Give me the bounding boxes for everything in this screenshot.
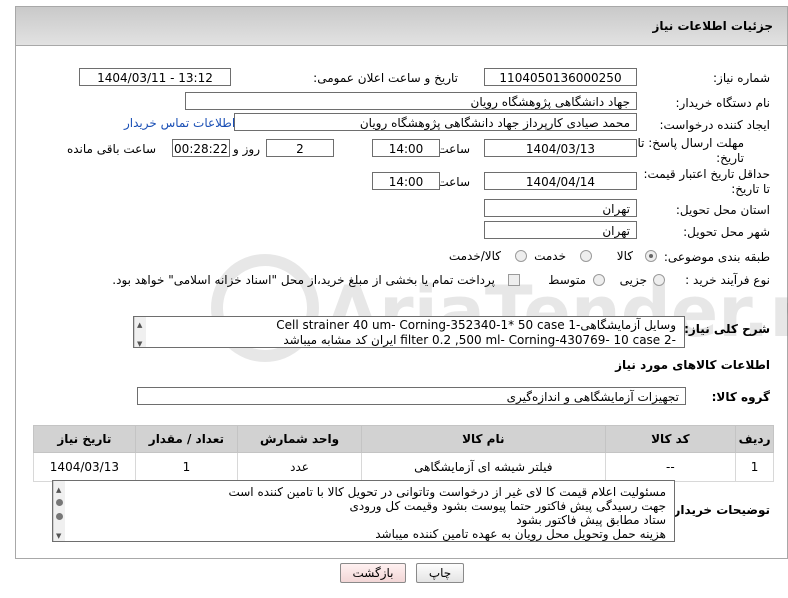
goods-group-label: گروه کالا: (711, 390, 770, 404)
remaining-time-label: ساعت باقی مانده (66, 142, 156, 156)
deadline-label-line2: تاریخ: (716, 151, 744, 165)
process-radio-minor[interactable] (653, 274, 665, 286)
scroll-down-icon[interactable]: ▼ (137, 337, 142, 347)
buyer-note-line-3: ستاد مطابق پیش فاکتور بشود (516, 513, 666, 527)
description-box[interactable]: وسایل آزمایشگاهی-1 Cell strainer 40 um- … (133, 316, 685, 348)
category-option-service: خدمت (534, 249, 566, 263)
notes-scroll-up-icon[interactable]: ▲ (56, 483, 61, 497)
category-option-goods-service: کالا/خدمت (448, 249, 501, 263)
days-word: روز و (233, 142, 260, 156)
requester-label: ایجاد کننده درخواست: (659, 118, 770, 132)
announce-field: 1404/03/11 - 13:12 (79, 68, 231, 86)
buyer-note-line-4: هزینه حمل وتحویل محل رویان به عهده تامین… (375, 527, 666, 541)
description-scrollbar[interactable]: ▲ ▼ (134, 317, 146, 347)
category-radio-service[interactable] (580, 250, 592, 262)
province-field: تهران (484, 199, 637, 217)
goods-info-title: اطلاعات کالاهای مورد نیاز (615, 358, 770, 372)
category-radio-goods-service[interactable] (515, 250, 527, 262)
back-button[interactable]: بازگشت (340, 563, 406, 583)
announce-label: تاریخ و ساعت اعلان عمومی: (313, 71, 458, 85)
col-need-date: تاریخ نیاز (33, 425, 136, 453)
need-number-field: 1104050136000250 (484, 68, 637, 86)
city-label: شهر محل تحویل: (683, 225, 770, 239)
deadline-label-line1: مهلت ارسال پاسخ: تا (637, 136, 744, 150)
col-unit: واحد شمارش (237, 425, 363, 453)
cell-item-code: -- (604, 452, 737, 482)
buyer-note-line-2: جهت رسیدگی پیش فاکتور حتما پیوست بشود وق… (349, 499, 666, 513)
scroll-up-icon[interactable]: ▲ (137, 318, 142, 333)
deadline-time-field: 14:00 (372, 139, 440, 157)
buyer-org-label: نام دستگاه خریدار: (675, 96, 771, 110)
buyer-org-field: جهاد دانشگاهی پژوهشگاه رویان (185, 92, 637, 110)
panel-header: جزئیات اطلاعات نیاز (15, 6, 788, 46)
buyer-note-line-1: مسئولیت اعلام قیمت کا لای غیر از درخواست… (228, 485, 666, 499)
scroll-dot-icon[interactable] (56, 499, 63, 506)
days-remaining-field: 2 (266, 139, 334, 157)
table-row: 1404/03/13 1 عدد فیلتر شیشه ای آزمایشگاه… (33, 452, 774, 482)
goods-group-field: تجهیزات آزمایشگاهی و اندازه‌گیری (137, 387, 686, 405)
description-line-1: وسایل آزمایشگاهی-1 Cell strainer 40 um- … (276, 318, 676, 332)
remaining-time-field: 00:28:22 (172, 139, 230, 157)
validity-time-label: ساعت (437, 175, 470, 189)
col-quantity: تعداد / مقدار (134, 425, 239, 453)
category-radio-goods[interactable] (645, 250, 657, 262)
deadline-time-label: ساعت (437, 142, 470, 156)
col-row-number: ردیف (735, 425, 774, 453)
print-button[interactable]: چاپ (416, 563, 464, 583)
notes-scroll-down-icon[interactable]: ▼ (56, 529, 61, 541)
validity-label-line2: تا تاریخ: (731, 182, 770, 196)
cell-unit: عدد (237, 452, 363, 482)
category-option-goods: کالا (616, 249, 633, 263)
deadline-date-field: 1404/03/13 (484, 139, 637, 157)
cell-row-number: 1 (735, 452, 774, 482)
category-label: طبقه بندی موضوعی: (663, 250, 770, 264)
validity-time-field: 14:00 (372, 172, 440, 190)
validity-date-field: 1404/04/14 (484, 172, 637, 190)
validity-label-line1: حداقل تاریخ اعتبار قیمت: (643, 167, 770, 181)
description-line-2: -2 filter 0.2 ,500 ml- Corning-430769- 1… (283, 333, 676, 347)
requester-field: محمد صیادی کارپرداز جهاد دانشگاهی پژوهشگ… (234, 113, 637, 131)
scroll-dot-icon[interactable] (56, 513, 63, 520)
treasury-payment-checkbox[interactable] (508, 274, 520, 286)
process-option-minor: جزیی (619, 273, 647, 287)
process-option-medium: متوسط (548, 273, 586, 287)
table-header-row: تاریخ نیاز تعداد / مقدار واحد شمارش نام … (33, 425, 774, 453)
process-radio-medium[interactable] (593, 274, 605, 286)
description-label: شرح کلی نیاز: (684, 322, 770, 336)
panel-title: جزئیات اطلاعات نیاز (652, 19, 773, 33)
buyer-notes-scrollbar[interactable]: ▲ ▼ (53, 481, 65, 541)
cell-quantity: 1 (134, 452, 239, 482)
col-item-name: نام کالا (361, 425, 606, 453)
process-label: نوع فرآیند خرید : (685, 273, 770, 287)
province-label: استان محل تحویل: (675, 203, 770, 217)
buyer-notes-label: توضیحات خریدار: (668, 503, 770, 517)
col-item-code: کد کالا (604, 425, 737, 453)
treasury-payment-note: پرداخت تمام یا بخشی از مبلغ خرید،از محل … (112, 273, 495, 287)
buyer-notes-box[interactable]: مسئولیت اعلام قیمت کا لای غیر از درخواست… (52, 480, 675, 542)
goods-table: تاریخ نیاز تعداد / مقدار واحد شمارش نام … (33, 425, 774, 482)
city-field: تهران (484, 221, 637, 239)
need-number-label: شماره نیاز: (713, 71, 770, 85)
cell-need-date: 1404/03/13 (33, 452, 136, 482)
cell-item-name: فیلتر شیشه ای آزمایشگاهی (361, 452, 606, 482)
buyer-contact-link[interactable]: اطلاعات تماس خریدار (124, 116, 235, 130)
